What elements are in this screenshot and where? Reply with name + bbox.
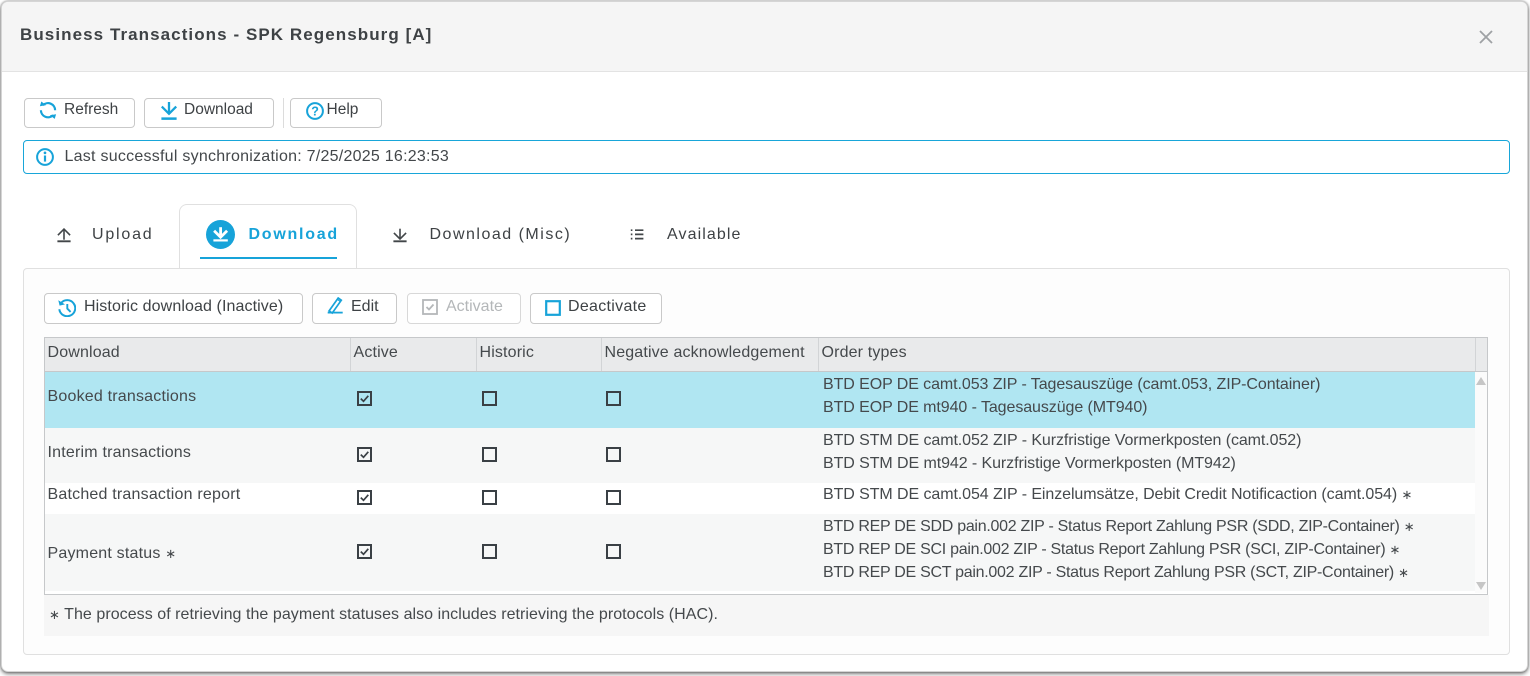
svg-text:?: ? — [311, 104, 319, 118]
